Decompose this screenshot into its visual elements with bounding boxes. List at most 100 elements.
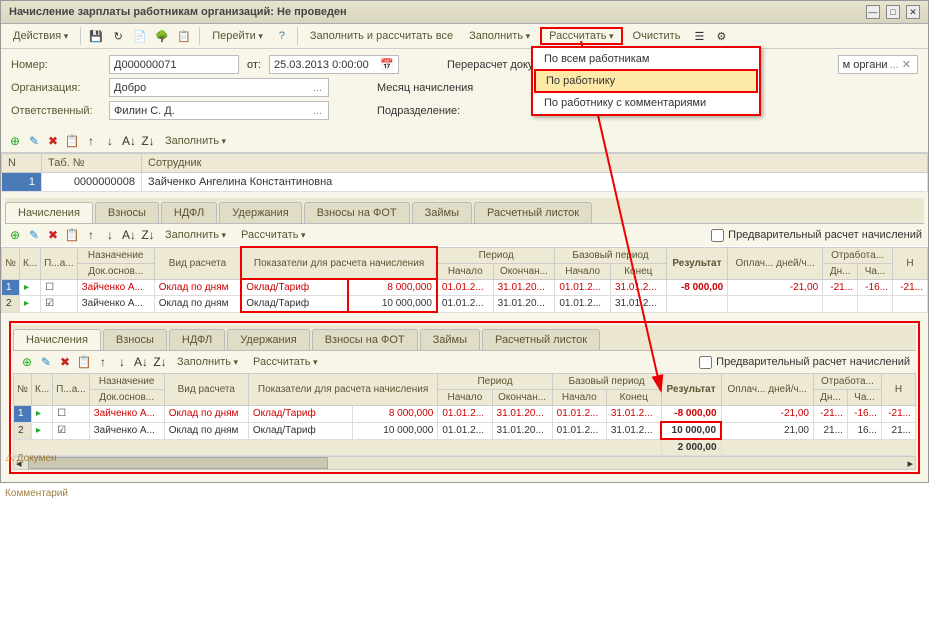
close-button[interactable]: ✕ [906,5,920,19]
copy-icon[interactable]: 📋 [64,133,80,149]
edit-icon[interactable]: ✎ [26,133,42,149]
tab-3[interactable]: Удержания [219,202,301,223]
side-comment[interactable]: Комментарий [3,486,73,501]
titlebar: Начисление зарплаты работникам организац… [1,1,928,24]
sort-az-icon[interactable]: A↓ [121,133,137,149]
sub-calc[interactable]: Рассчитать [235,227,311,243]
table-row[interactable]: 10000000008Зайченко Ангелина Константино… [2,173,928,192]
sub-calc2[interactable]: Рассчитать [247,354,323,370]
add-icon[interactable]: ⊕ [7,133,23,149]
from-label: от: [247,59,261,71]
tab-4[interactable]: Взносы на ФОТ [304,202,410,223]
emp-fill-menu[interactable]: Заполнить [159,133,232,149]
col-tab: Таб. № [42,154,142,173]
dd-by-worker[interactable]: По работнику [534,69,758,93]
copy-icon[interactable]: 📋 [76,354,92,370]
clear-button[interactable]: Очистить [627,28,687,44]
table-row[interactable]: 1 ▸ ☐ Зайченко А... Оклад по дням Оклад/… [14,406,916,423]
dots-icon[interactable]: ... ✕ [888,58,913,71]
tab-5[interactable]: Займы [420,329,480,350]
actions-menu[interactable]: Действия [7,28,74,44]
calc-dropdown: По всем работникам По работнику По работ… [531,46,761,116]
month-label: Месяц начисления [377,82,473,94]
maximize-button[interactable]: □ [886,5,900,19]
minimize-button[interactable]: — [866,5,880,19]
main-toolbar: Действия 💾 ↻ 📄 🌳 📋 Перейти ? Заполнить и… [1,24,928,49]
sort-icon[interactable]: A↓ [121,227,137,243]
down-icon[interactable]: ↓ [102,227,118,243]
preview-label: Предварительный расчет начислений [728,229,922,241]
org-input[interactable]: Добро... [109,78,329,97]
resp-label: Ответственный: [11,105,101,117]
tab-2[interactable]: НДФЛ [161,202,217,223]
tab-1[interactable]: Взносы [95,202,159,223]
down-icon[interactable]: ↓ [102,133,118,149]
preview-checkbox2[interactable] [699,356,712,369]
help-icon[interactable]: ? [273,27,291,45]
tab-6[interactable]: Расчетный листок [482,329,600,350]
h-scrollbar[interactable]: ◂ ▸ [13,456,916,470]
sub-fill[interactable]: Заполнить [159,227,232,243]
refresh-icon[interactable]: ↻ [109,27,127,45]
num-input[interactable]: Д000000071 [109,55,239,74]
recalc-input[interactable]: м органи... ✕ [838,55,918,74]
sub-fill2[interactable]: Заполнить [171,354,244,370]
tab-0[interactable]: Начисления [13,329,101,350]
table-row[interactable]: 1 ▸ ☐ Зайченко А... Оклад по дням Оклад/… [2,279,928,296]
down-icon[interactable]: ↓ [114,354,130,370]
emp-toolbar: ⊕ ✎ ✖ 📋 ↑ ↓ A↓ Z↓ Заполнить [1,130,928,153]
preview-label2: Предварительный расчет начислений [716,356,910,368]
goto-menu[interactable]: Перейти [206,28,269,44]
add-icon[interactable]: ⊕ [7,227,23,243]
dots-icon[interactable]: ... [311,105,324,117]
org-label: Организация: [11,82,101,94]
dd-all-workers[interactable]: По всем работникам [534,49,758,69]
tab-1[interactable]: Взносы [103,329,167,350]
up-icon[interactable]: ↑ [83,227,99,243]
left-sidebar: ⚠ Докумен Комментарий [3,451,73,501]
table-row[interactable]: 2 ▸ ☑ Зайченко А... Оклад по дням Оклад/… [2,296,928,313]
tab-5[interactable]: Займы [412,202,472,223]
delete-icon[interactable]: ✖ [45,133,61,149]
dd-by-worker-comments[interactable]: По работнику с комментариями [534,93,758,113]
up-icon[interactable]: ↑ [95,354,111,370]
tab-2[interactable]: НДФЛ [169,329,225,350]
resp-input[interactable]: Филин С. Д.... [109,101,329,120]
col-emp: Сотрудник [142,154,928,173]
result-panel: НачисленияВзносыНДФЛУдержанияВзносы на Ф… [9,321,920,474]
tab-0[interactable]: Начисления [5,202,93,223]
fill-calc-all-button[interactable]: Заполнить и рассчитать все [304,28,459,44]
table-row[interactable]: 2 ▸ ☑ Зайченко А... Оклад по дням Оклад/… [14,422,916,439]
date-input[interactable]: 25.03.2013 0:00:00📅 [269,55,399,74]
add-icon[interactable]: ⊕ [19,354,35,370]
copy-icon[interactable]: 📋 [64,227,80,243]
form-area: Номер: Д000000071 от: 25.03.2013 0:00:00… [1,49,928,130]
edit-icon[interactable]: ✎ [26,227,42,243]
calendar-icon[interactable]: 📅 [380,58,394,71]
doc-icon[interactable]: 📄 [131,27,149,45]
sort-za-icon[interactable]: Z↓ [140,133,156,149]
window-title: Начисление зарплаты работникам организац… [9,6,347,18]
up-icon[interactable]: ↑ [83,133,99,149]
delete-icon[interactable]: ✖ [45,227,61,243]
tab-4[interactable]: Взносы на ФОТ [312,329,418,350]
dots-icon[interactable]: ... [311,82,324,94]
props-icon[interactable]: 📋 [175,27,193,45]
sort-icon[interactable]: A↓ [133,354,149,370]
save-icon[interactable]: 💾 [87,27,105,45]
num-label: Номер: [11,59,101,71]
settings-icon[interactable]: ⚙ [712,27,730,45]
preview-checkbox[interactable] [711,229,724,242]
delete-icon[interactable]: ✖ [57,354,73,370]
tab-3[interactable]: Удержания [227,329,309,350]
calc-menu[interactable]: Рассчитать [543,28,619,44]
sort2-icon[interactable]: Z↓ [140,227,156,243]
side-doc[interactable]: ⚠ Докумен [3,451,73,466]
fill-menu[interactable]: Заполнить [463,28,536,44]
sort2-icon[interactable]: Z↓ [152,354,168,370]
tree-icon[interactable]: 🌳 [153,27,171,45]
tab-6[interactable]: Расчетный листок [474,202,592,223]
employee-table: N Таб. № Сотрудник 10000000008Зайченко А… [1,153,928,192]
edit-icon[interactable]: ✎ [38,354,54,370]
list-icon[interactable]: ☰ [690,27,708,45]
